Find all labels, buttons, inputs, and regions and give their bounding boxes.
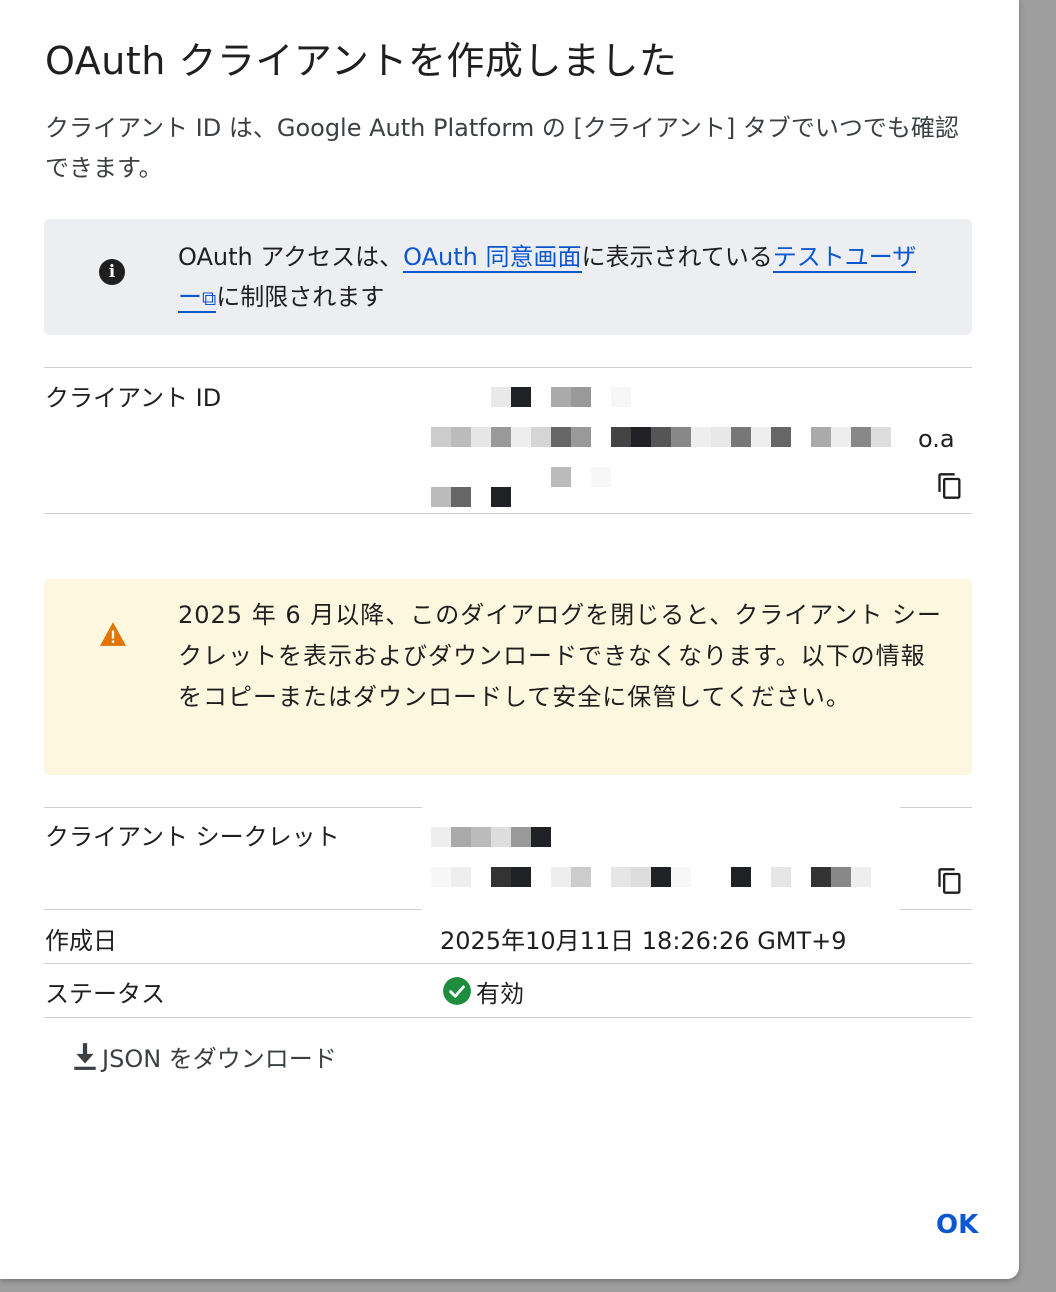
copy-icon[interactable] bbox=[936, 866, 964, 896]
client-id-suffix: o.a bbox=[918, 425, 955, 453]
divider bbox=[44, 963, 972, 964]
divider bbox=[44, 909, 422, 910]
redacted-pixels bbox=[431, 427, 891, 447]
created-value: 2025年10月11日 18:26:26 GMT+9 bbox=[440, 927, 847, 955]
dialog-title: OAuth クライアントを作成しました bbox=[45, 39, 678, 83]
oauth-client-created-dialog: OAuth クライアントを作成しました クライアント ID は、Google A… bbox=[0, 0, 1019, 1279]
divider bbox=[900, 807, 972, 808]
status-label: ステータス bbox=[45, 980, 165, 1008]
redacted-pixels bbox=[431, 487, 511, 507]
info-text-middle: に表示されている bbox=[581, 243, 773, 271]
redacted-pixels bbox=[431, 827, 551, 847]
divider bbox=[44, 367, 972, 368]
redacted-pixels bbox=[551, 467, 611, 487]
info-banner: i OAuth アクセスは、OAuth 同意画面に表示されているテストユーザー⧉… bbox=[44, 219, 972, 335]
divider bbox=[44, 1017, 972, 1018]
created-label: 作成日 bbox=[45, 927, 117, 955]
status-value: 有効 bbox=[476, 980, 524, 1008]
divider bbox=[900, 909, 972, 910]
external-link-icon: ⧉ bbox=[202, 286, 217, 310]
copy-icon[interactable] bbox=[936, 471, 964, 501]
download-json-label: JSON をダウンロード bbox=[102, 1044, 337, 1073]
warning-text: 2025 年 6 月以降、このダイアログを閉じると、クライアント シークレットを… bbox=[178, 601, 942, 711]
info-text: OAuth アクセスは、OAuth 同意画面に表示されているテストユーザー⧉に制… bbox=[178, 237, 928, 318]
info-icon: i bbox=[99, 259, 125, 285]
info-text-after: に制限されます bbox=[216, 283, 385, 311]
warning-banner: 2025 年 6 月以降、このダイアログを閉じると、クライアント シークレットを… bbox=[44, 579, 972, 775]
download-json-button[interactable]: JSON をダウンロード bbox=[72, 1036, 337, 1076]
ok-button[interactable]: OK bbox=[936, 1210, 978, 1240]
warning-icon bbox=[100, 622, 126, 646]
dialog-description: クライアント ID は、Google Auth Platform の [クライア… bbox=[45, 114, 959, 182]
divider bbox=[44, 513, 972, 514]
divider bbox=[44, 807, 422, 808]
client-secret-label: クライアント シークレット bbox=[45, 823, 340, 851]
consent-screen-link[interactable]: OAuth 同意画面 bbox=[403, 243, 582, 273]
check-circle-icon bbox=[443, 977, 471, 1005]
client-id-label: クライアント ID bbox=[45, 384, 222, 412]
redacted-pixels bbox=[491, 387, 631, 407]
info-text-before: OAuth アクセスは、 bbox=[178, 243, 404, 271]
download-icon bbox=[74, 1043, 96, 1070]
redacted-pixels bbox=[431, 867, 871, 887]
